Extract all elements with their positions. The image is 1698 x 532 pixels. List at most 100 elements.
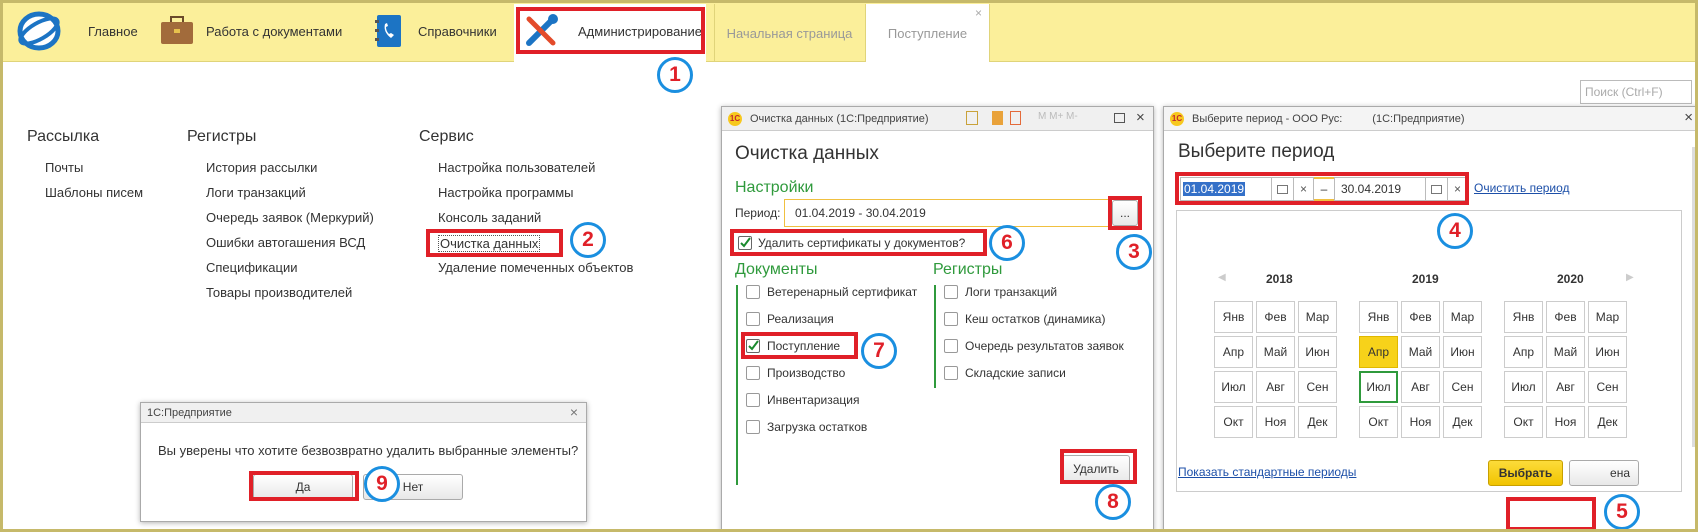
- month-cell-2018-5[interactable]: Май: [1256, 336, 1295, 368]
- tab-home[interactable]: Начальная страница: [714, 4, 864, 62]
- section-documents[interactable]: Работа с документами: [158, 0, 342, 62]
- month-cell-2020-3[interactable]: Мар: [1588, 301, 1627, 333]
- link-producer-goods[interactable]: Товары производителей: [206, 285, 352, 300]
- month-cell-2020-8[interactable]: Авг: [1546, 371, 1585, 403]
- month-cell-2019-4[interactable]: Апр: [1359, 336, 1398, 368]
- tab-receipt-label: Поступление: [887, 25, 968, 41]
- month-cell-2018-7[interactable]: Июл: [1214, 371, 1253, 403]
- link-transaction-logs[interactable]: Логи транзакций: [206, 185, 306, 200]
- select-button[interactable]: Выбрать: [1488, 460, 1563, 486]
- year-2019[interactable]: 2019: [1412, 272, 1439, 286]
- month-cell-2019-10[interactable]: Окт: [1359, 406, 1398, 438]
- month-cell-2020-7[interactable]: Июл: [1504, 371, 1543, 403]
- doc-label-stock-load: Загрузка остатков: [767, 420, 868, 434]
- highlight-receipt: [741, 332, 858, 359]
- search-placeholder: Поиск (Ctrl+F): [1585, 85, 1663, 99]
- month-cell-2020-10[interactable]: Окт: [1504, 406, 1543, 438]
- month-cell-2020-5[interactable]: Май: [1546, 336, 1585, 368]
- cancel-button[interactable]: ена: [1569, 460, 1639, 486]
- calculator-icon[interactable]: [992, 111, 1003, 125]
- tab-close-icon[interactable]: ×: [975, 6, 982, 20]
- month-cell-2019-2[interactable]: Фев: [1401, 301, 1440, 333]
- doc-checkbox-inventory[interactable]: [746, 393, 760, 407]
- step-marker-7: 7: [861, 333, 897, 369]
- doc-checkbox-stock-load[interactable]: [746, 420, 760, 434]
- link-program-settings[interactable]: Настройка программы: [438, 185, 574, 200]
- month-cell-2018-6[interactable]: Июн: [1298, 336, 1337, 368]
- maximize-icon[interactable]: [1114, 113, 1125, 123]
- link-delete-marked[interactable]: Удаление помеченных объектов: [438, 260, 633, 275]
- close-icon[interactable]: ×: [1136, 109, 1145, 126]
- calendar-icon[interactable]: [1010, 111, 1021, 125]
- link-request-queue[interactable]: Очередь заявок (Меркурий): [206, 210, 374, 225]
- month-cell-2020-4[interactable]: Апр: [1504, 336, 1543, 368]
- month-cell-2018-2[interactable]: Фев: [1256, 301, 1295, 333]
- link-mail-templates[interactable]: Шаблоны писем: [45, 185, 143, 200]
- reg-checkbox-cache[interactable]: [944, 312, 958, 326]
- month-cell-2018-1[interactable]: Янв: [1214, 301, 1253, 333]
- reg-label-warehouse: Складские записи: [965, 366, 1066, 380]
- memory-icons[interactable]: M M+ M-: [1038, 111, 1078, 122]
- link-vsd-errors[interactable]: Ошибки автогашения ВСД: [206, 235, 365, 250]
- month-cell-2020-12[interactable]: Дек: [1588, 406, 1627, 438]
- month-cell-2019-9[interactable]: Сен: [1443, 371, 1482, 403]
- highlight-select: [1506, 497, 1596, 531]
- doc-checkbox-vetcert[interactable]: [746, 285, 760, 299]
- period-heading: Выберите период: [1178, 141, 1335, 162]
- confirm-dialog: 1С:Предприятие × Вы уверены что хотите б…: [140, 402, 587, 522]
- doc-checkbox-sale[interactable]: [746, 312, 760, 326]
- group-title-mailing: Рассылка: [27, 128, 100, 145]
- period-field[interactable]: 01.04.2019 - 30.04.2019: [784, 199, 1110, 227]
- link-user-settings[interactable]: Настройка пользователей: [438, 160, 595, 175]
- year-2020[interactable]: 2020: [1557, 272, 1584, 286]
- step-marker-1: 1: [657, 57, 693, 93]
- month-cell-2019-7[interactable]: Июл: [1359, 371, 1398, 403]
- month-cell-2018-9[interactable]: Сен: [1298, 371, 1337, 403]
- next-year-icon[interactable]: ▶: [1626, 272, 1634, 283]
- year-2018[interactable]: 2018: [1266, 272, 1293, 286]
- month-cell-2019-3[interactable]: Мар: [1443, 301, 1482, 333]
- month-cell-2020-11[interactable]: Ноя: [1546, 406, 1585, 438]
- month-cell-2020-9[interactable]: Сен: [1588, 371, 1627, 403]
- clear-period-link[interactable]: Очистить период: [1474, 181, 1570, 195]
- close-icon[interactable]: ×: [570, 404, 578, 420]
- reg-checkbox-warehouse[interactable]: [944, 366, 958, 380]
- month-cell-2020-2[interactable]: Фев: [1546, 301, 1585, 333]
- month-cell-2019-8[interactable]: Авг: [1401, 371, 1440, 403]
- prev-year-icon[interactable]: ◀: [1218, 272, 1226, 283]
- tab-receipt[interactable]: Поступление ×: [865, 4, 990, 62]
- month-cell-2019-12[interactable]: Дек: [1443, 406, 1482, 438]
- month-cell-2019-5[interactable]: Май: [1401, 336, 1440, 368]
- month-cell-2019-11[interactable]: Ноя: [1401, 406, 1440, 438]
- month-cell-2018-4[interactable]: Апр: [1214, 336, 1253, 368]
- month-cell-2018-3[interactable]: Мар: [1298, 301, 1337, 333]
- step-marker-2: 2: [570, 222, 606, 258]
- doc-label-sale: Реализация: [767, 312, 834, 326]
- month-cell-2019-1[interactable]: Янв: [1359, 301, 1398, 333]
- month-cell-2018-11[interactable]: Ноя: [1256, 406, 1295, 438]
- month-cell-2018-8[interactable]: Авг: [1256, 371, 1295, 403]
- favorite-icon[interactable]: [966, 111, 978, 125]
- month-cell-2020-6[interactable]: Июн: [1588, 336, 1627, 368]
- month-cell-2020-1[interactable]: Янв: [1504, 301, 1543, 333]
- scrollbar[interactable]: [1692, 147, 1697, 447]
- link-mails[interactable]: Почты: [45, 160, 83, 175]
- reg-checkbox-logs[interactable]: [944, 285, 958, 299]
- month-cell-2019-6[interactable]: Июн: [1443, 336, 1482, 368]
- section-references[interactable]: Справочники: [370, 0, 497, 62]
- confirm-dialog-title: 1С:Предприятие: [147, 406, 232, 419]
- month-cell-2018-10[interactable]: Окт: [1214, 406, 1253, 438]
- link-jobs-console[interactable]: Консоль заданий: [438, 210, 541, 225]
- link-mailing-history[interactable]: История рассылки: [206, 160, 317, 175]
- search-input[interactable]: Поиск (Ctrl+F): [1580, 80, 1692, 104]
- link-specifications[interactable]: Спецификации: [206, 260, 298, 275]
- month-cell-2018-12[interactable]: Дек: [1298, 406, 1337, 438]
- show-standard-periods-link[interactable]: Показать стандартные периоды: [1178, 465, 1356, 479]
- period-window-app: (1С:Предприятие): [1372, 112, 1465, 125]
- documents-divider: [736, 285, 738, 485]
- doc-checkbox-production[interactable]: [746, 366, 760, 380]
- close-icon[interactable]: ×: [1684, 109, 1693, 126]
- section-main[interactable]: Главное: [14, 0, 138, 62]
- reg-checkbox-results-queue[interactable]: [944, 339, 958, 353]
- doc-label-production: Производство: [767, 366, 846, 380]
